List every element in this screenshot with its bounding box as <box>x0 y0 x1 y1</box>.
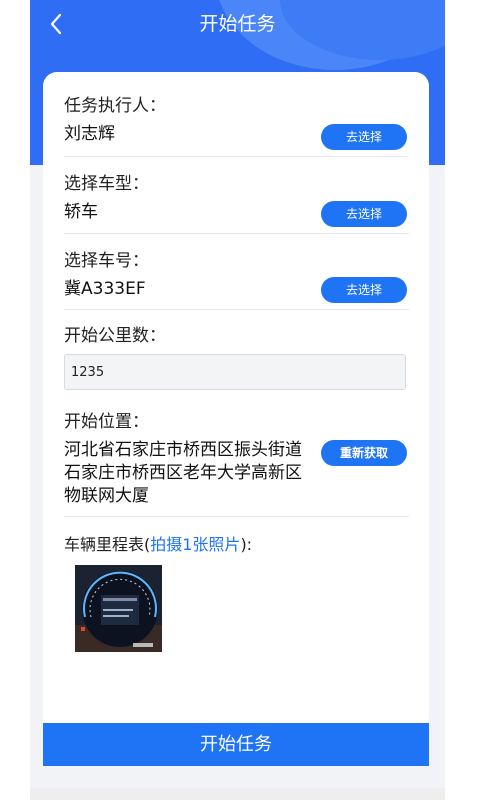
select-vehicle-type-button[interactable]: 去选择 <box>321 201 407 227</box>
select-vehicle-number-button[interactable]: 去选择 <box>321 277 407 303</box>
task-form-card: 任务执行人： 刘志辉 去选择 选择车型： 轿车 去选择 选择车号： 冀A333E… <box>43 72 429 752</box>
start-location-section: 开始位置： <box>64 410 409 434</box>
app-screen: 开始任务 任务执行人： 刘志辉 去选择 选择车型： 轿车 去选择 选择车号： 冀… <box>30 0 445 800</box>
vehicle-type-label: 选择车型： <box>64 174 149 194</box>
odometer-label: 车辆里程表(拍摄1张照片): <box>64 533 252 557</box>
start-location-label: 开始位置： <box>64 412 149 432</box>
divider <box>64 516 409 517</box>
divider <box>64 233 409 234</box>
vehicle-number-label: 选择车号： <box>64 251 149 271</box>
dashboard-photo-image <box>75 565 162 652</box>
start-task-button[interactable]: 开始任务 <box>43 723 429 766</box>
executor-label: 任务执行人： <box>64 96 166 116</box>
refresh-location-button[interactable]: 重新获取 <box>321 440 407 466</box>
take-photo-link[interactable]: 拍摄1张照片 <box>150 535 240 554</box>
divider <box>64 309 409 310</box>
select-executor-button[interactable]: 去选择 <box>321 124 407 150</box>
location-line: 物联网大厦 <box>64 486 149 506</box>
odometer-label-prefix: 车辆里程表( <box>64 535 151 554</box>
start-mileage-label: 开始公里数： <box>64 326 166 346</box>
divider <box>64 156 409 157</box>
odometer-photo-thumbnail[interactable] <box>75 565 162 652</box>
bottom-bar <box>30 788 445 800</box>
start-mileage-input[interactable] <box>64 354 406 390</box>
start-location-value: 河北省石家庄市桥西区振头街道 石家庄市桥西区老年大学高新区 物联网大厦 <box>64 439 329 508</box>
location-line: 河北省石家庄市桥西区振头街道 <box>64 440 302 460</box>
start-mileage-section: 开始公里数： <box>64 324 409 348</box>
odometer-label-suffix: ): <box>240 535 253 554</box>
location-line: 石家庄市桥西区老年大学高新区 <box>64 463 302 483</box>
page-title: 开始任务 <box>199 13 276 35</box>
